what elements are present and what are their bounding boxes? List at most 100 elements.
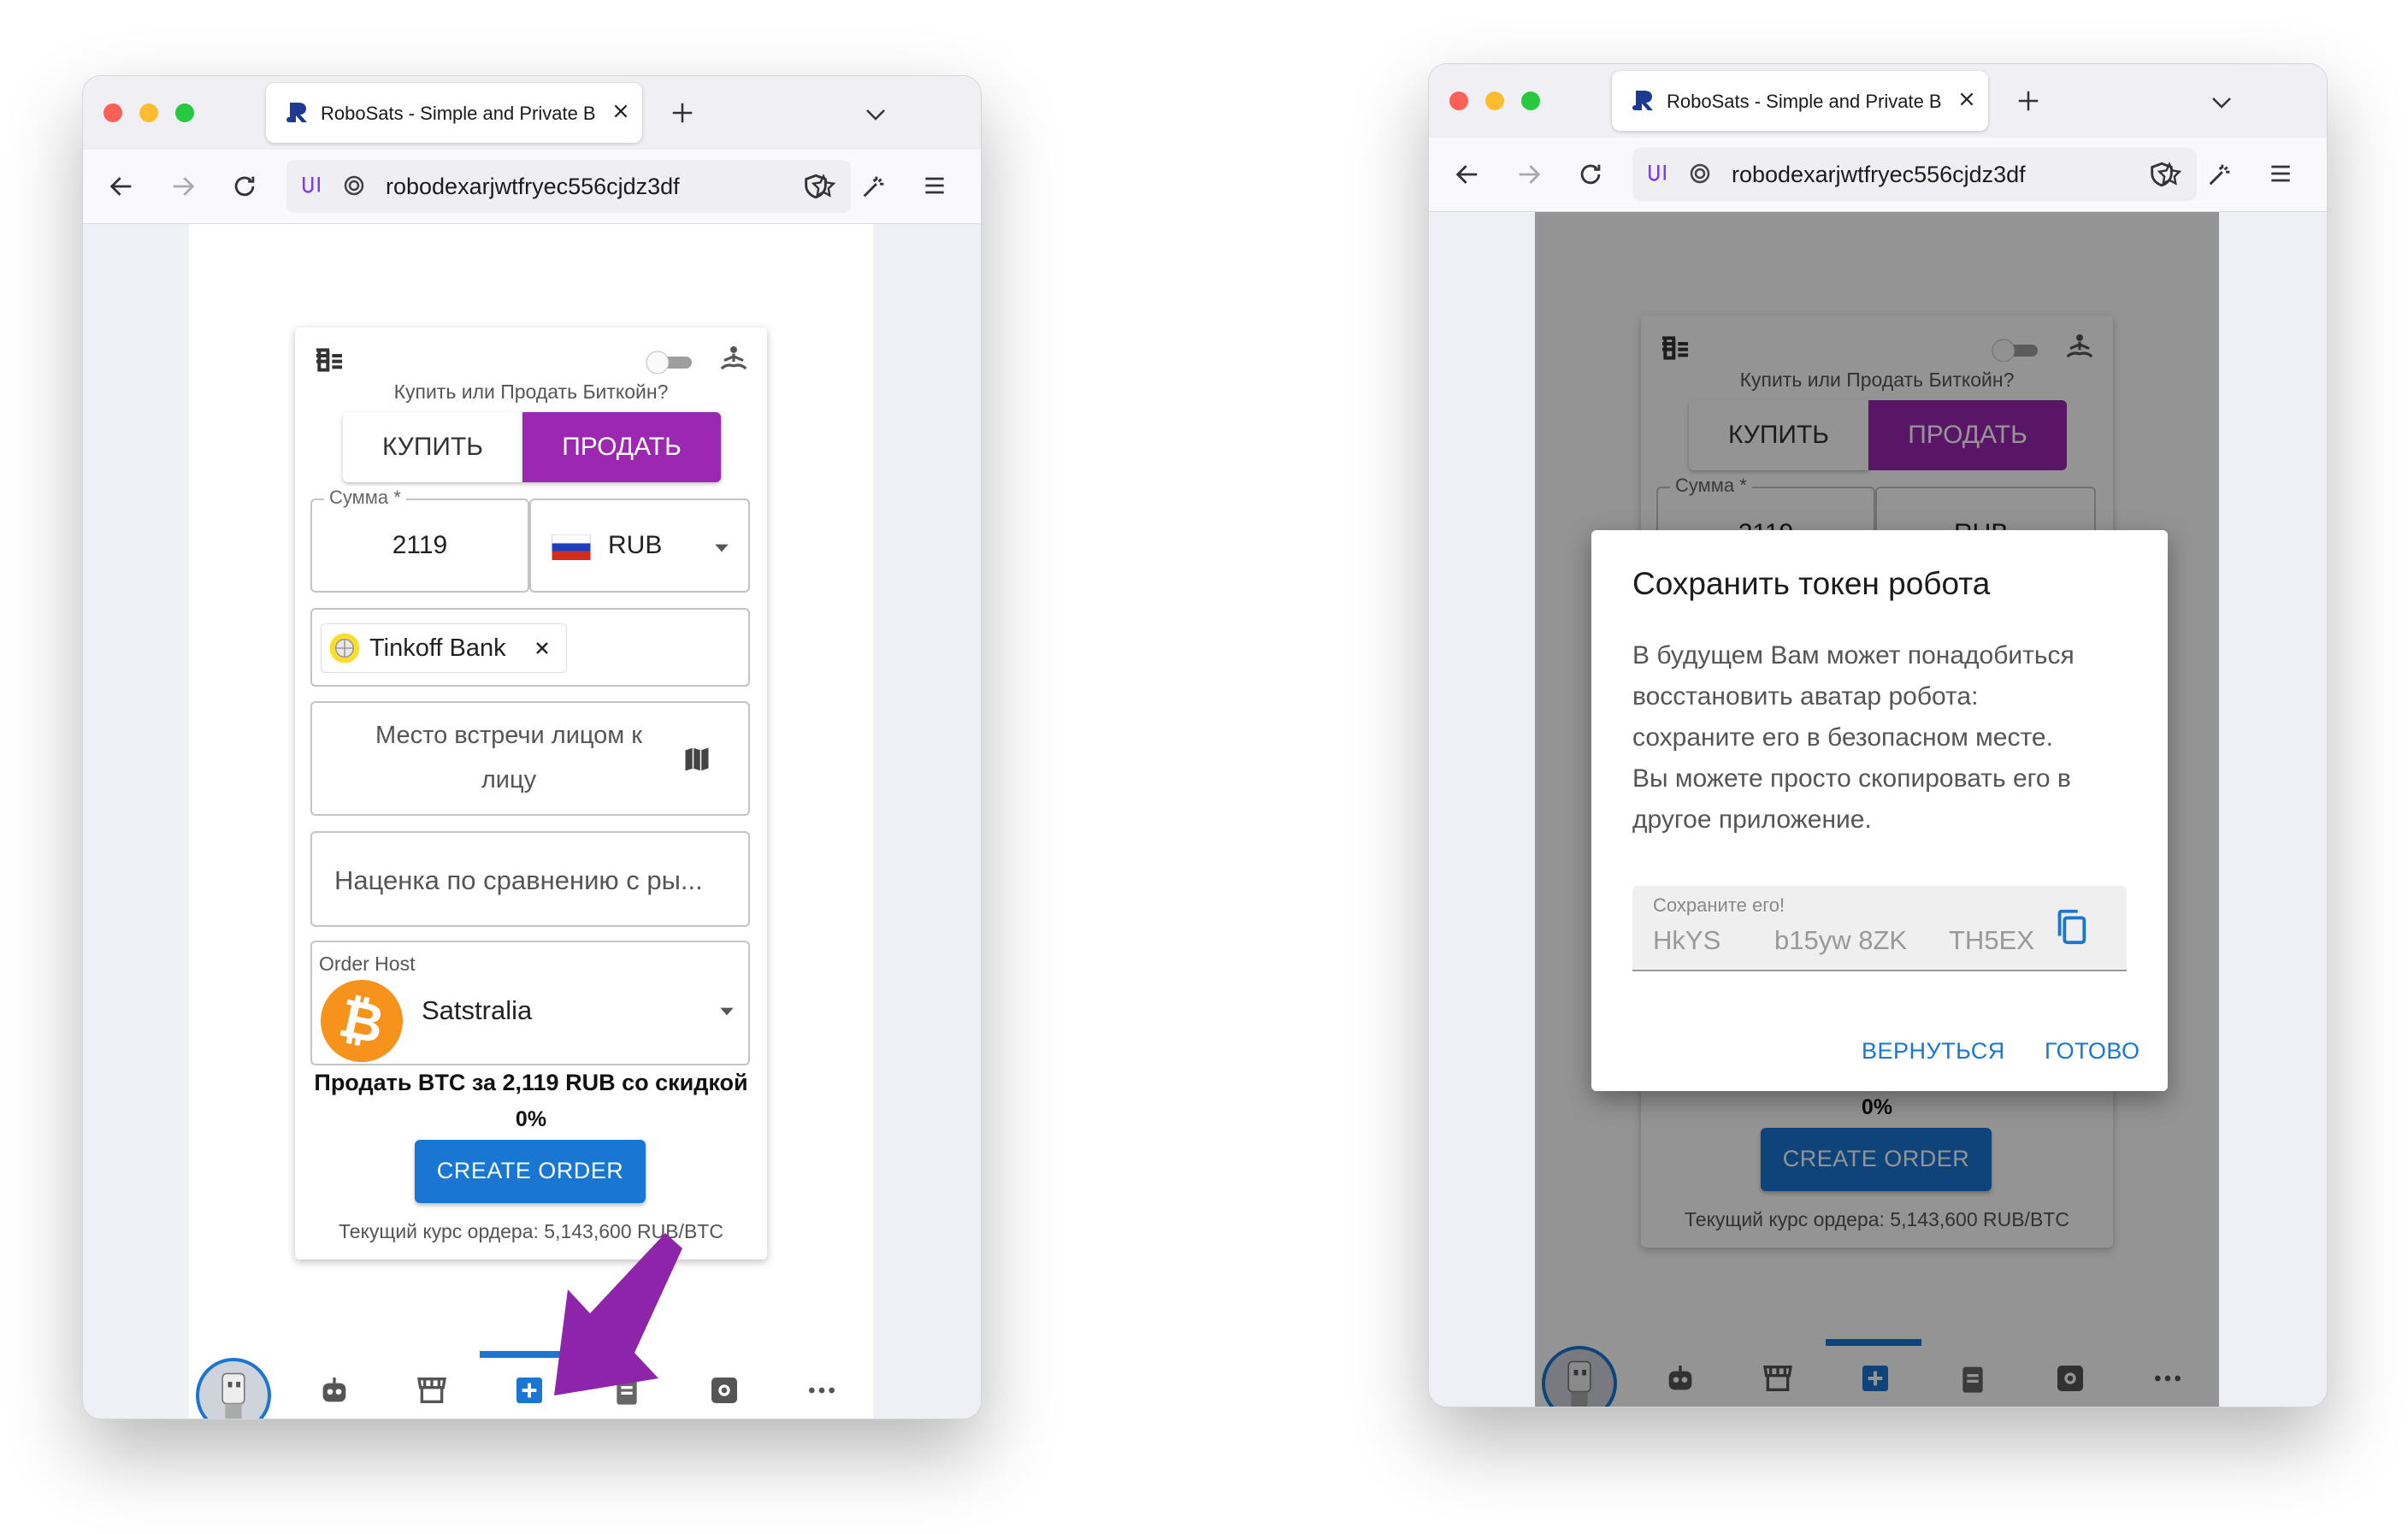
close-window-button[interactable] bbox=[103, 103, 122, 122]
browser-tab[interactable]: RoboSats - Simple and Private B bbox=[1612, 71, 1988, 131]
sell-button-label: ПРОДАТЬ bbox=[562, 433, 682, 461]
currency-select[interactable]: RUB bbox=[529, 499, 750, 593]
meetup-placeholder-line2: лицу bbox=[481, 766, 537, 794]
more-icon[interactable] bbox=[805, 1373, 839, 1407]
meetup-placeholder-line1: Место встречи лицом к bbox=[375, 722, 642, 749]
browser-window-right: RoboSats - Simple and Private B robodexa… bbox=[1428, 63, 2328, 1407]
amount-value: 2119 bbox=[392, 531, 448, 559]
token-label: Сохраните его! bbox=[1653, 894, 1785, 916]
url-text: robodexarjwtfryec556cjdz3df bbox=[386, 174, 680, 199]
dialog-body-line: В будущем Вам может понадобиться bbox=[1632, 641, 2075, 670]
done-button[interactable]: ГОТОВО bbox=[2045, 1038, 2140, 1065]
tab-title: RoboSats - Simple and Private B bbox=[321, 103, 596, 124]
buy-sell-question: Купить или Продать Биткойн? bbox=[393, 381, 669, 403]
dialog-title: Сохранить токен робота bbox=[1632, 566, 1991, 601]
forward-icon[interactable] bbox=[168, 172, 198, 201]
order-host-select[interactable]: Order Host ₿ Satstralia bbox=[310, 941, 750, 1065]
tor-onion-icon bbox=[1649, 165, 1666, 181]
order-host-value: Satstralia bbox=[422, 995, 533, 1025]
close-tab-icon[interactable] bbox=[1957, 90, 1976, 109]
robosats-favicon-icon bbox=[1632, 91, 1653, 110]
payment-method-chip-label: Tinkoff Bank bbox=[369, 634, 506, 662]
amount-field[interactable]: 2119 bbox=[310, 499, 529, 593]
chip-remove-icon[interactable] bbox=[534, 640, 551, 657]
russia-flag-icon bbox=[552, 534, 591, 560]
amount-label: Сумма * bbox=[324, 487, 406, 509]
robot-avatar-icon bbox=[221, 1372, 245, 1419]
tab-title: RoboSats - Simple and Private B bbox=[1667, 91, 1942, 112]
url-bar[interactable]: robodexarjwtfryec556cjdz3df bbox=[1632, 148, 2197, 201]
new-tab-icon[interactable] bbox=[2016, 88, 2041, 114]
token-field[interactable]: Сохраните его! HkYS b15yw 8ZK TH5EX bbox=[1632, 886, 2127, 971]
bank-logo-icon bbox=[329, 633, 360, 664]
robot-icon[interactable] bbox=[317, 1373, 351, 1407]
payment-method-field[interactable]: Tinkoff Bank bbox=[310, 608, 750, 687]
buy-button-label: КУПИТЬ bbox=[381, 433, 483, 461]
robosats-favicon-icon bbox=[286, 103, 307, 122]
extension-icon[interactable] bbox=[2205, 160, 2234, 189]
dialog-body-line: восстановить аватар робота: bbox=[1632, 682, 1979, 711]
page-viewport: Купить или Продать Биткойн? КУПИТЬ ПРОДА… bbox=[1429, 212, 2327, 1407]
dialog-body-line: Вы можете просто скопировать его в bbox=[1632, 764, 2071, 793]
dialog-body-line: другое приложение. bbox=[1632, 805, 1872, 834]
order-summary-line1: Продать BTC за 2,119 RUB со скидкой bbox=[314, 1070, 748, 1095]
store-icon[interactable] bbox=[415, 1373, 449, 1407]
extension-icon[interactable] bbox=[859, 172, 888, 201]
dialog-body-line: сохраните его в безопасном месте. bbox=[1632, 723, 2053, 752]
dropdown-icon bbox=[715, 544, 729, 552]
tor-onion-icon bbox=[303, 177, 320, 193]
bitcoin-logo-icon: ₿ bbox=[321, 980, 403, 1062]
url-bar[interactable]: robodexarjwtfryec556cjdz3df bbox=[286, 160, 851, 213]
menu-icon[interactable] bbox=[2267, 160, 2294, 187]
copy-icon[interactable] bbox=[2051, 906, 2091, 946]
toggle-icon[interactable] bbox=[644, 348, 695, 374]
close-tab-icon[interactable] bbox=[611, 102, 630, 121]
browser-tab[interactable]: RoboSats - Simple and Private B bbox=[266, 83, 642, 143]
payment-method-chip[interactable]: Tinkoff Bank bbox=[321, 623, 567, 673]
sell-button[interactable]: ПРОДАТЬ bbox=[522, 412, 721, 482]
save-token-dialog: Сохранить токен робота В будущем Вам мож… bbox=[1591, 530, 2168, 1091]
token-part: b15yw 8ZK bbox=[1774, 925, 1908, 955]
minimize-window-button[interactable] bbox=[139, 103, 158, 122]
create-order-button[interactable]: CREATE ORDER bbox=[415, 1140, 646, 1203]
map-icon[interactable] bbox=[682, 744, 712, 775]
meetup-location-field[interactable]: Место встречи лицом к лицу bbox=[310, 701, 750, 816]
buy-button[interactable]: КУПИТЬ bbox=[343, 412, 522, 482]
tracking-protection-icon[interactable] bbox=[341, 173, 367, 198]
tab-list-chevron-icon[interactable] bbox=[863, 102, 888, 127]
reload-icon[interactable] bbox=[230, 172, 259, 201]
tracking-protection-icon[interactable] bbox=[1687, 161, 1713, 186]
annotation-arrow-icon bbox=[554, 1233, 682, 1395]
back-icon[interactable] bbox=[107, 172, 136, 201]
shield-icon[interactable] bbox=[2147, 160, 2176, 189]
back-button[interactable]: ВЕРНУТЬСЯ bbox=[1862, 1038, 2005, 1065]
currency-value: RUB bbox=[608, 531, 663, 559]
menu-icon[interactable] bbox=[921, 172, 948, 199]
trash-list-icon[interactable] bbox=[312, 343, 346, 377]
zoom-window-button[interactable] bbox=[175, 103, 194, 122]
tab-bar: RoboSats - Simple and Private B bbox=[83, 76, 981, 150]
order-host-label: Order Host bbox=[319, 953, 416, 975]
new-tab-icon[interactable] bbox=[670, 100, 695, 126]
back-icon[interactable] bbox=[1453, 160, 1482, 189]
zoom-window-button[interactable] bbox=[1521, 91, 1540, 110]
create-order-label: CREATE ORDER bbox=[436, 1158, 624, 1183]
premium-placeholder: Наценка по сравнению с ры... bbox=[334, 865, 703, 895]
browser-window-left: RoboSats - Simple and Private B robodexa… bbox=[82, 75, 982, 1419]
url-text: robodexarjwtfryec556cjdz3df bbox=[1732, 162, 2026, 187]
minimize-window-button[interactable] bbox=[1485, 91, 1504, 110]
order-form-card: Купить или Продать Биткойн? КУПИТЬ ПРОДА… bbox=[295, 327, 767, 1260]
token-part: HkYS bbox=[1653, 925, 1721, 955]
reload-icon[interactable] bbox=[1576, 160, 1605, 189]
settings-icon[interactable] bbox=[707, 1373, 741, 1407]
tab-list-chevron-icon[interactable] bbox=[2209, 90, 2234, 115]
robot-avatar-button[interactable] bbox=[196, 1358, 271, 1419]
premium-field[interactable]: Наценка по сравнению с ры... bbox=[310, 831, 750, 927]
dropdown-icon bbox=[720, 1007, 734, 1016]
close-window-button[interactable] bbox=[1449, 91, 1468, 110]
nav-toolbar: robodexarjwtfryec556cjdz3df bbox=[83, 150, 981, 224]
forward-icon[interactable] bbox=[1514, 160, 1543, 189]
shield-icon[interactable] bbox=[801, 172, 830, 201]
meditation-icon[interactable] bbox=[717, 343, 750, 375]
order-summary-line2: 0% bbox=[515, 1107, 547, 1131]
